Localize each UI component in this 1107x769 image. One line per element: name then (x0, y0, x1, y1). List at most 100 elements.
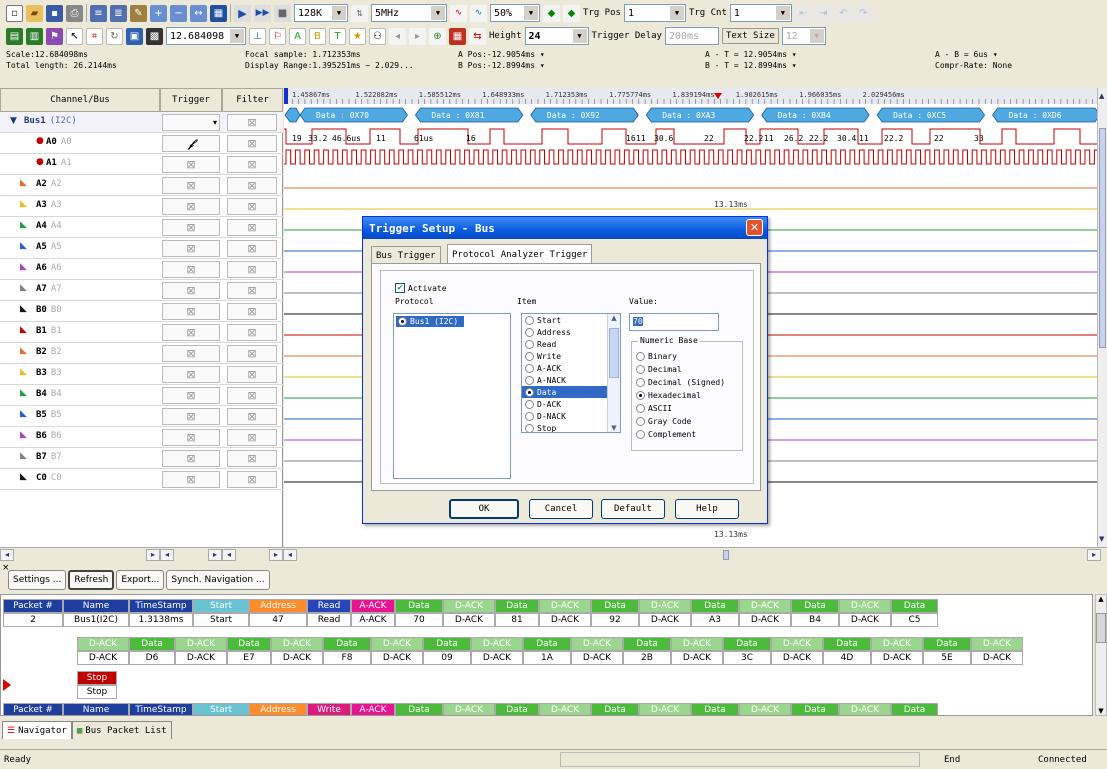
packet-value-cell[interactable]: 70 (395, 613, 443, 627)
zoom-out-icon[interactable]: − (170, 4, 187, 22)
packet-value-cell[interactable]: D-ACK (639, 613, 691, 627)
filter-header[interactable]: Filter (222, 88, 283, 112)
filter-box[interactable]: ⊠ (227, 324, 277, 341)
search-next-icon[interactable]: ▸ (409, 27, 426, 45)
wave-scroll-left-icon[interactable]: ◂ (283, 548, 297, 561)
channel-row[interactable]: ◣ A6 A6 ⊠ ⊠ (0, 259, 283, 280)
channel-row[interactable]: ◣ B5 B5 ⊠ ⊠ (0, 406, 283, 427)
item-list[interactable]: Start Address Read Write A-ACK A-NACK Data D-AC… (521, 313, 621, 433)
scroll-down-icon[interactable]: ▼ (1099, 535, 1106, 543)
channel-row[interactable]: ◣ A5 A5 ⊠ ⊠ (0, 238, 283, 259)
packet-value-cell[interactable]: 81 (495, 613, 539, 627)
filter-box[interactable]: ⊠ (227, 303, 277, 320)
stop-icon[interactable]: ■ (274, 4, 291, 22)
trigger-box[interactable]: ⊠ (162, 177, 220, 194)
protocol-icon[interactable]: ⊕ (429, 27, 446, 45)
value-input[interactable]: 70 (629, 313, 719, 331)
packet-value-cell[interactable]: D-ACK (871, 651, 923, 665)
trigger-box[interactable]: ⊠ (162, 450, 220, 467)
filter-box[interactable]: ⊠ (227, 282, 277, 299)
probe-icon[interactable]: ✎ (130, 4, 147, 22)
trigger-box[interactable]: ⊠ (162, 471, 220, 488)
channel-row[interactable]: ◣ A4 A4 ⊠ ⊠ (0, 217, 283, 238)
open-folder-icon[interactable]: ▰ (26, 4, 43, 22)
a-b-info[interactable]: A - B = 6us ▾ (935, 50, 998, 59)
marker-icon[interactable]: ⚑ (46, 27, 63, 45)
color-icon[interactable]: ▩ (146, 27, 163, 45)
trg-cnt-select[interactable]: 1 ▼ (729, 4, 792, 22)
bus-filter-box[interactable]: ⊠ (227, 114, 277, 131)
item-option[interactable]: Write (522, 350, 620, 362)
pointer-icon[interactable]: ↖ (66, 27, 83, 45)
text-size-select[interactable]: 12 ▼ (781, 27, 826, 45)
search-prev-icon[interactable]: ◂ (389, 27, 406, 45)
filter-box[interactable]: ⊠ (227, 471, 277, 488)
filter-scroll-left-icon[interactable]: ◂ (222, 548, 236, 561)
export-button[interactable]: Export... (116, 570, 165, 590)
settings-button[interactable]: Settings ... (8, 570, 67, 590)
b-pos-info[interactable]: B Pos:-12.8994ms ▾ (458, 61, 545, 70)
zoom-select[interactable]: 50% ▼ (490, 4, 540, 22)
packet-scroll-thumb[interactable] (1096, 613, 1106, 643)
channel-row[interactable]: ◣ A7 A7 ⊠ ⊠ (0, 280, 283, 301)
filter-box[interactable]: ⊠ (227, 240, 277, 257)
dialog-title-bar[interactable]: Trigger Setup - Bus (363, 217, 767, 239)
trigger-box[interactable]: ⊠ (162, 198, 220, 215)
b-t-info[interactable]: B - T = 12.8994ms ▾ (705, 61, 797, 70)
packet-value-cell[interactable]: E7 (227, 651, 271, 665)
select-icon[interactable]: ⌗ (86, 27, 103, 45)
help-button[interactable]: Help (675, 499, 739, 519)
filter-box[interactable]: ⊠ (227, 387, 277, 404)
tab-protocol-analyzer-trigger[interactable]: Protocol Analyzer Trigger (447, 244, 593, 264)
channel-row[interactable]: ◣ B2 B2 ⊠ ⊠ (0, 343, 283, 364)
bookmark-icon[interactable]: ★ (349, 27, 366, 45)
vertical-scroll-thumb[interactable] (1099, 128, 1106, 348)
channel-row[interactable]: ● A1 A1 ⊠ ⊠ (0, 154, 283, 175)
filter-box[interactable]: ⊠ (227, 345, 277, 362)
packet-value-cell[interactable]: D-ACK (271, 651, 323, 665)
sample-rate-select[interactable]: 5MHz ▼ (371, 4, 447, 22)
refresh-button[interactable]: Refresh (68, 570, 115, 590)
trigger-box[interactable]: ⊠ (162, 282, 220, 299)
cursor-b-icon[interactable]: ◆ (563, 4, 580, 22)
repeat-run-icon[interactable]: ▶▶ (254, 4, 271, 22)
bus-trigger-dropdown[interactable]: ▾ (162, 114, 220, 131)
packet-value-cell[interactable]: A-ACK (351, 613, 395, 627)
tab-navigator[interactable]: ☰ Navigator (2, 721, 72, 739)
zoom-fit-icon[interactable]: ↔ (190, 4, 207, 22)
clock-waveform-icon[interactable]: ∿ (450, 4, 467, 22)
binoculars-icon[interactable]: ⚇ (369, 27, 386, 45)
cursor-a-icon[interactable]: ◆ (543, 4, 560, 22)
packet-value-cell[interactable]: Bus1(I2C) (63, 613, 129, 627)
prev-trigger-icon[interactable]: ⇤ (794, 4, 812, 22)
new-file-icon[interactable]: ▫ (6, 4, 23, 22)
base-option[interactable]: Decimal (Signed) (636, 376, 725, 389)
wave-scroll-track[interactable] (297, 549, 1087, 561)
item-option[interactable]: Data (522, 386, 620, 398)
ruler-icon[interactable]: ⊥ (249, 27, 266, 45)
depth-step-icon[interactable]: ⇅ (351, 4, 368, 22)
channel-row[interactable]: ◣ B3 B3 ⊠ ⊠ (0, 364, 283, 385)
packet-value-cell[interactable]: 3C (723, 651, 771, 665)
measure-icon[interactable]: ▣ (126, 27, 143, 45)
item-option[interactable]: Stop (522, 422, 620, 432)
close-icon[interactable]: ✕ (746, 219, 763, 236)
packet-icon[interactable]: ▦ (449, 27, 466, 45)
filter-box[interactable]: ⊠ (227, 408, 277, 425)
zoom-in-icon[interactable]: + (150, 4, 167, 22)
run-icon[interactable]: ▶ (234, 4, 251, 22)
cursor-b-jump-icon[interactable]: B (309, 27, 326, 45)
packet-value-cell[interactable]: D-ACK (443, 613, 495, 627)
trigger-scroll-left-icon[interactable]: ◂ (160, 548, 174, 561)
packet-value-cell[interactable]: D-ACK (771, 651, 823, 665)
filter-box[interactable]: ⊠ (227, 198, 277, 215)
packet-value-cell[interactable]: Read (307, 613, 351, 627)
print-icon[interactable]: ⎙ (66, 4, 83, 22)
packet-value-cell[interactable]: D-ACK (971, 651, 1023, 665)
base-option[interactable]: Complement (636, 428, 725, 441)
channel-row[interactable]: ◣ B6 B6 ⊠ ⊠ (0, 427, 283, 448)
item-option[interactable]: D-ACK (522, 398, 620, 410)
protocol-list[interactable]: Bus1 (I2C) (393, 313, 511, 479)
channel-row[interactable]: ◣ C0 C0 ⊠ ⊠ (0, 469, 283, 490)
protocol-item[interactable]: Bus1 (I2C) (396, 316, 464, 327)
